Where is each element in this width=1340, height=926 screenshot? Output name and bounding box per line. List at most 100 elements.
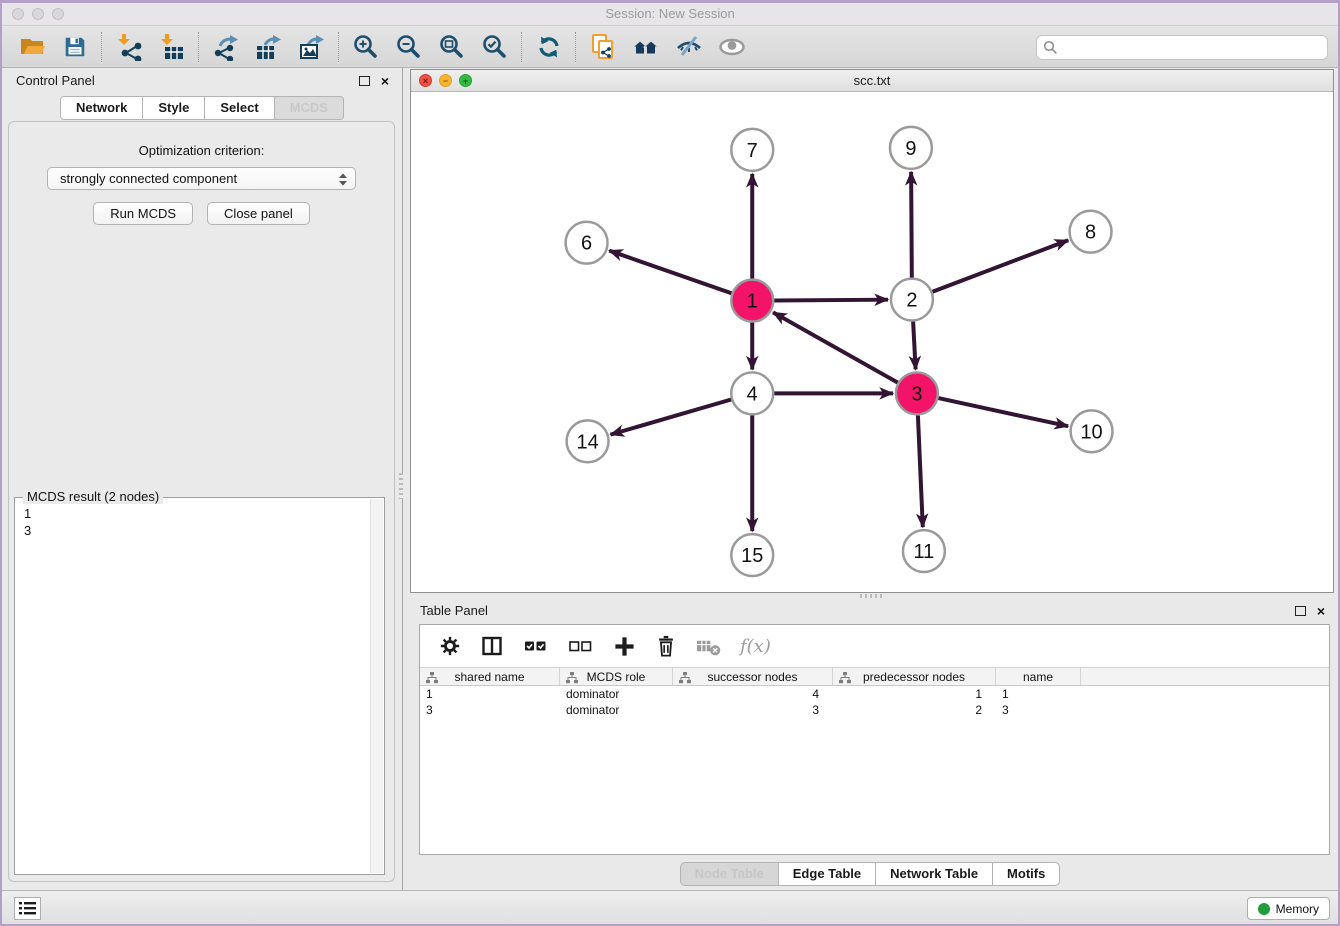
cell-shared-name[interactable]: 1 [420,686,560,702]
float-table-panel-icon[interactable] [1295,606,1306,616]
network-close-button[interactable]: × [419,74,432,87]
delete-column-icon[interactable] [655,634,677,658]
graph-edge-1-2[interactable] [774,300,888,301]
close-panel-icon[interactable]: × [381,76,389,86]
column-header-predecessor-nodes[interactable]: predecessor nodes [833,668,996,685]
column-header-shared-name[interactable]: shared name [420,668,560,685]
network-canvas-svg[interactable]: 7968124314101511 [411,92,1333,592]
minimize-window-button[interactable] [32,8,44,20]
cell-mcds-role[interactable]: dominator [560,702,673,718]
float-panel-icon[interactable] [359,76,370,86]
graph-edge-2-8[interactable] [932,240,1068,292]
column-hierarchy-icon [566,672,578,684]
zoom-window-button[interactable] [52,8,64,20]
graph-edge-3-10[interactable] [938,398,1068,426]
column-hierarchy-icon [426,672,438,684]
tab-edge-table[interactable]: Edge Table [779,862,876,886]
tab-node-table[interactable]: Node Table [680,862,779,886]
table-panel-title: Table Panel [420,603,488,618]
criterion-dropdown-value: strongly connected component [60,171,237,186]
tab-motifs[interactable]: Motifs [993,862,1060,886]
column-header-successor-nodes[interactable]: successor nodes [673,668,833,685]
graph-node-label-11: 11 [914,541,935,563]
clone-network-button[interactable] [581,29,624,65]
network-maximize-button[interactable]: + [459,74,472,87]
result-scrollbar[interactable] [370,499,383,873]
tab-network-table[interactable]: Network Table [876,862,993,886]
unselect-all-columns-icon[interactable] [568,635,594,657]
network-overview-button[interactable] [624,29,667,65]
cell-mcds-role[interactable]: dominator [560,686,673,702]
network-minimize-button[interactable]: − [439,74,452,87]
window-controls[interactable] [12,8,64,20]
toolbar-separator [521,32,522,62]
graph-edge-2-9[interactable] [911,172,912,278]
toolbar-separator [198,32,199,62]
zoom-selected-button[interactable] [473,29,516,65]
cell-predecessor-nodes[interactable]: 2 [833,702,996,718]
tab-style[interactable]: Style [143,96,205,120]
search-box [1036,35,1328,60]
window-titlebar[interactable]: Session: New Session [2,3,1338,26]
dropdown-chevrons-icon [337,172,349,187]
search-input[interactable] [1036,35,1328,60]
tab-mcds[interactable]: MCDS [275,96,344,120]
cell-name[interactable]: 1 [996,686,1081,702]
criterion-dropdown[interactable]: strongly connected component [47,167,356,190]
control-panel-title: Control Panel [16,73,95,88]
column-header-mcds-role[interactable]: MCDS role [560,668,673,685]
status-bar: Memory [2,890,1338,924]
tab-network[interactable]: Network [60,96,143,120]
table-panel-tabs: Node Table Edge Table Network Table Moti… [410,862,1330,886]
graph-edge-1-6[interactable] [609,251,731,294]
save-session-button[interactable] [53,29,96,65]
memory-button[interactable]: Memory [1247,897,1330,920]
graph-edge-2-3[interactable] [913,322,915,370]
open-session-button[interactable] [10,29,53,65]
zoom-out-button[interactable] [387,29,430,65]
column-layout-icon[interactable] [480,634,504,658]
toolbar-separator [575,32,576,62]
show-details-button[interactable] [710,29,753,65]
run-mcds-button[interactable]: Run MCDS [93,202,193,225]
export-network-button[interactable] [204,29,247,65]
import-network-button[interactable] [107,29,150,65]
close-panel-button[interactable]: Close panel [207,202,310,225]
select-all-columns-icon[interactable] [523,635,549,657]
zoom-fit-button[interactable] [430,29,473,65]
table-row[interactable]: 3 dominator 3 2 3 [420,702,1329,718]
add-column-icon[interactable] [613,635,636,658]
column-header-name[interactable]: name [996,668,1081,685]
cell-shared-name[interactable]: 3 [420,702,560,718]
zoom-out-icon [395,33,423,61]
cell-name[interactable]: 3 [996,702,1081,718]
graph-node-label-15: 15 [741,545,763,567]
graph-edge-3-1[interactable] [773,312,898,382]
table-toolbar: f(x) [420,625,1329,667]
network-canvas[interactable]: 7968124314101511 [411,92,1333,592]
zoom-in-button[interactable] [344,29,387,65]
tab-select[interactable]: Select [205,96,274,120]
import-table-button[interactable] [150,29,193,65]
cell-successor-nodes[interactable]: 3 [673,702,833,718]
hide-details-button[interactable] [667,29,710,65]
table-row[interactable]: 1 dominator 4 1 1 [420,686,1329,702]
column-settings-gear-icon[interactable] [439,635,461,657]
cell-successor-nodes[interactable]: 4 [673,686,833,702]
close-table-panel-icon[interactable]: × [1317,606,1325,616]
network-window-titlebar[interactable]: × − + scc.txt [411,70,1333,92]
vertical-splitter-handle[interactable] [399,473,403,499]
task-history-button[interactable] [14,897,41,920]
mcds-result-line: 1 [24,505,375,522]
close-window-button[interactable] [12,8,24,20]
export-image-button[interactable] [290,29,333,65]
cell-predecessor-nodes[interactable]: 1 [833,686,996,702]
export-table-button[interactable] [247,29,290,65]
memory-status-icon [1258,903,1270,915]
graph-edge-3-11[interactable] [918,415,923,527]
mcds-result-list[interactable]: 1 3 [15,498,384,546]
refresh-view-button[interactable] [527,29,570,65]
graph-node-label-4: 4 [747,383,758,405]
graph-edge-4-14[interactable] [611,399,732,434]
memory-button-label: Memory [1276,902,1319,916]
